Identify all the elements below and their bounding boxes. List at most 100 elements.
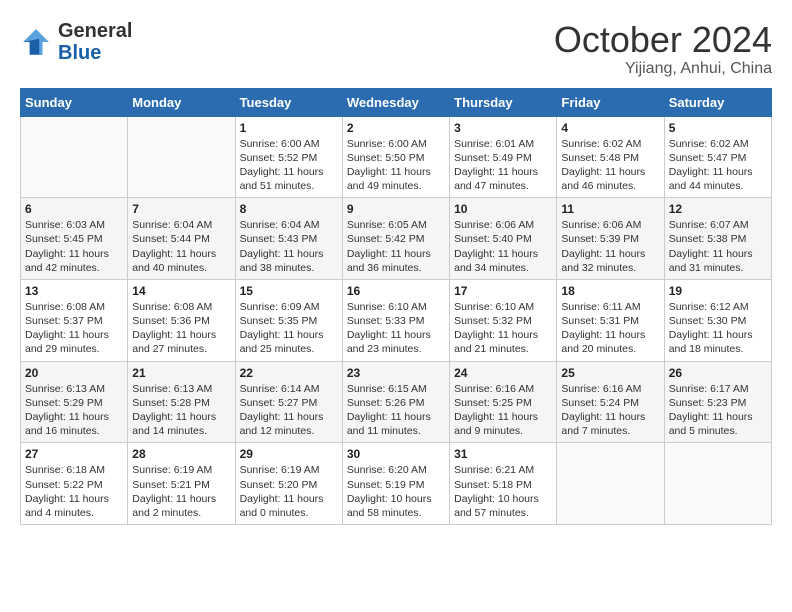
day-number: 1	[240, 121, 338, 135]
calendar-cell: 12 Sunrise: 6:07 AM Sunset: 5:38 PM Dayli…	[664, 198, 771, 280]
day-number: 18	[561, 284, 659, 298]
calendar-cell: 18 Sunrise: 6:11 AM Sunset: 5:31 PM Dayli…	[557, 279, 664, 361]
day-number: 14	[132, 284, 230, 298]
calendar-cell	[557, 443, 664, 525]
day-info: Sunrise: 6:20 AM Sunset: 5:19 PM Dayligh…	[347, 463, 445, 520]
day-info: Sunrise: 6:10 AM Sunset: 5:32 PM Dayligh…	[454, 300, 552, 357]
day-info: Sunrise: 6:15 AM Sunset: 5:26 PM Dayligh…	[347, 382, 445, 439]
header-row: SundayMondayTuesdayWednesdayThursdayFrid…	[21, 88, 772, 116]
title-area: October 2024 Yijiang, Anhui, China	[554, 20, 772, 78]
day-number: 15	[240, 284, 338, 298]
calendar-cell: 14 Sunrise: 6:08 AM Sunset: 5:36 PM Dayli…	[128, 279, 235, 361]
day-number: 9	[347, 202, 445, 216]
day-number: 8	[240, 202, 338, 216]
calendar-cell: 21 Sunrise: 6:13 AM Sunset: 5:28 PM Dayli…	[128, 361, 235, 443]
week-row-4: 20 Sunrise: 6:13 AM Sunset: 5:29 PM Dayli…	[21, 361, 772, 443]
weekday-header-tuesday: Tuesday	[235, 88, 342, 116]
week-row-1: 1 Sunrise: 6:00 AM Sunset: 5:52 PM Daylig…	[21, 116, 772, 198]
calendar-cell: 25 Sunrise: 6:16 AM Sunset: 5:24 PM Dayli…	[557, 361, 664, 443]
header: General Blue October 2024 Yijiang, Anhui…	[20, 20, 772, 78]
day-number: 19	[669, 284, 767, 298]
calendar-cell: 30 Sunrise: 6:20 AM Sunset: 5:19 PM Dayli…	[342, 443, 449, 525]
logo-icon	[20, 26, 52, 58]
weekday-header-saturday: Saturday	[664, 88, 771, 116]
day-info: Sunrise: 6:16 AM Sunset: 5:24 PM Dayligh…	[561, 382, 659, 439]
day-number: 25	[561, 366, 659, 380]
calendar-header: SundayMondayTuesdayWednesdayThursdayFrid…	[21, 88, 772, 116]
day-info: Sunrise: 6:00 AM Sunset: 5:50 PM Dayligh…	[347, 137, 445, 194]
day-number: 2	[347, 121, 445, 135]
calendar-body: 1 Sunrise: 6:00 AM Sunset: 5:52 PM Daylig…	[21, 116, 772, 524]
day-info: Sunrise: 6:13 AM Sunset: 5:29 PM Dayligh…	[25, 382, 123, 439]
week-row-2: 6 Sunrise: 6:03 AM Sunset: 5:45 PM Daylig…	[21, 198, 772, 280]
calendar-cell: 27 Sunrise: 6:18 AM Sunset: 5:22 PM Dayli…	[21, 443, 128, 525]
calendar-cell: 17 Sunrise: 6:10 AM Sunset: 5:32 PM Dayli…	[450, 279, 557, 361]
day-number: 27	[25, 447, 123, 461]
day-number: 6	[25, 202, 123, 216]
weekday-header-wednesday: Wednesday	[342, 88, 449, 116]
calendar-cell: 28 Sunrise: 6:19 AM Sunset: 5:21 PM Dayli…	[128, 443, 235, 525]
day-info: Sunrise: 6:00 AM Sunset: 5:52 PM Dayligh…	[240, 137, 338, 194]
day-number: 23	[347, 366, 445, 380]
day-info: Sunrise: 6:08 AM Sunset: 5:36 PM Dayligh…	[132, 300, 230, 357]
calendar-cell: 23 Sunrise: 6:15 AM Sunset: 5:26 PM Dayli…	[342, 361, 449, 443]
calendar-cell: 16Sunrise: 6:10 AM Sunset: 5:33 PM Dayli…	[342, 279, 449, 361]
day-number: 31	[454, 447, 552, 461]
location-subtitle: Yijiang, Anhui, China	[554, 60, 772, 78]
calendar-cell: 19 Sunrise: 6:12 AM Sunset: 5:30 PM Dayli…	[664, 279, 771, 361]
day-info: Sunrise: 6:21 AM Sunset: 5:18 PM Dayligh…	[454, 463, 552, 520]
calendar-cell: 2 Sunrise: 6:00 AM Sunset: 5:50 PM Daylig…	[342, 116, 449, 198]
day-info: Sunrise: 6:19 AM Sunset: 5:21 PM Dayligh…	[132, 463, 230, 520]
day-number: 30	[347, 447, 445, 461]
day-info: Sunrise: 6:02 AM Sunset: 5:47 PM Dayligh…	[669, 137, 767, 194]
day-info: Sunrise: 6:12 AM Sunset: 5:30 PM Dayligh…	[669, 300, 767, 357]
day-number: 29	[240, 447, 338, 461]
day-info: Sunrise: 6:06 AM Sunset: 5:40 PM Dayligh…	[454, 218, 552, 275]
day-number: 21	[132, 366, 230, 380]
calendar-cell	[664, 443, 771, 525]
day-number: 11	[561, 202, 659, 216]
day-info: Sunrise: 6:04 AM Sunset: 5:43 PM Dayligh…	[240, 218, 338, 275]
calendar-cell: 6 Sunrise: 6:03 AM Sunset: 5:45 PM Daylig…	[21, 198, 128, 280]
week-row-5: 27 Sunrise: 6:18 AM Sunset: 5:22 PM Dayli…	[21, 443, 772, 525]
week-row-3: 13 Sunrise: 6:08 AM Sunset: 5:37 PM Dayli…	[21, 279, 772, 361]
calendar-cell: 31 Sunrise: 6:21 AM Sunset: 5:18 PM Dayli…	[450, 443, 557, 525]
day-info: Sunrise: 6:13 AM Sunset: 5:28 PM Dayligh…	[132, 382, 230, 439]
day-info: Sunrise: 6:19 AM Sunset: 5:20 PM Dayligh…	[240, 463, 338, 520]
day-info: Sunrise: 6:11 AM Sunset: 5:31 PM Dayligh…	[561, 300, 659, 357]
day-info: Sunrise: 6:18 AM Sunset: 5:22 PM Dayligh…	[25, 463, 123, 520]
weekday-header-sunday: Sunday	[21, 88, 128, 116]
calendar-cell: 4Sunrise: 6:02 AM Sunset: 5:48 PM Daylig…	[557, 116, 664, 198]
day-info: Sunrise: 6:16 AM Sunset: 5:25 PM Dayligh…	[454, 382, 552, 439]
logo: General Blue	[20, 20, 132, 64]
month-title: October 2024	[554, 20, 772, 60]
calendar-cell: 11 Sunrise: 6:06 AM Sunset: 5:39 PM Dayli…	[557, 198, 664, 280]
weekday-header-thursday: Thursday	[450, 88, 557, 116]
day-number: 20	[25, 366, 123, 380]
day-number: 17	[454, 284, 552, 298]
calendar-cell: 15 Sunrise: 6:09 AM Sunset: 5:35 PM Dayli…	[235, 279, 342, 361]
calendar-cell	[21, 116, 128, 198]
day-number: 26	[669, 366, 767, 380]
day-info: Sunrise: 6:08 AM Sunset: 5:37 PM Dayligh…	[25, 300, 123, 357]
day-info: Sunrise: 6:09 AM Sunset: 5:35 PM Dayligh…	[240, 300, 338, 357]
day-info: Sunrise: 6:06 AM Sunset: 5:39 PM Dayligh…	[561, 218, 659, 275]
calendar-cell: 29 Sunrise: 6:19 AM Sunset: 5:20 PM Dayli…	[235, 443, 342, 525]
day-info: Sunrise: 6:14 AM Sunset: 5:27 PM Dayligh…	[240, 382, 338, 439]
calendar-cell: 7Sunrise: 6:04 AM Sunset: 5:44 PM Daylig…	[128, 198, 235, 280]
calendar-cell: 5Sunrise: 6:02 AM Sunset: 5:47 PM Daylig…	[664, 116, 771, 198]
day-info: Sunrise: 6:03 AM Sunset: 5:45 PM Dayligh…	[25, 218, 123, 275]
day-info: Sunrise: 6:01 AM Sunset: 5:49 PM Dayligh…	[454, 137, 552, 194]
day-number: 12	[669, 202, 767, 216]
calendar-cell: 3Sunrise: 6:01 AM Sunset: 5:49 PM Daylig…	[450, 116, 557, 198]
day-number: 28	[132, 447, 230, 461]
day-number: 4	[561, 121, 659, 135]
calendar-cell: 24Sunrise: 6:16 AM Sunset: 5:25 PM Dayli…	[450, 361, 557, 443]
calendar-table: SundayMondayTuesdayWednesdayThursdayFrid…	[20, 88, 772, 525]
calendar-cell: 10 Sunrise: 6:06 AM Sunset: 5:40 PM Dayli…	[450, 198, 557, 280]
day-number: 7	[132, 202, 230, 216]
day-number: 13	[25, 284, 123, 298]
day-info: Sunrise: 6:07 AM Sunset: 5:38 PM Dayligh…	[669, 218, 767, 275]
calendar-cell: 8 Sunrise: 6:04 AM Sunset: 5:43 PM Daylig…	[235, 198, 342, 280]
day-number: 10	[454, 202, 552, 216]
